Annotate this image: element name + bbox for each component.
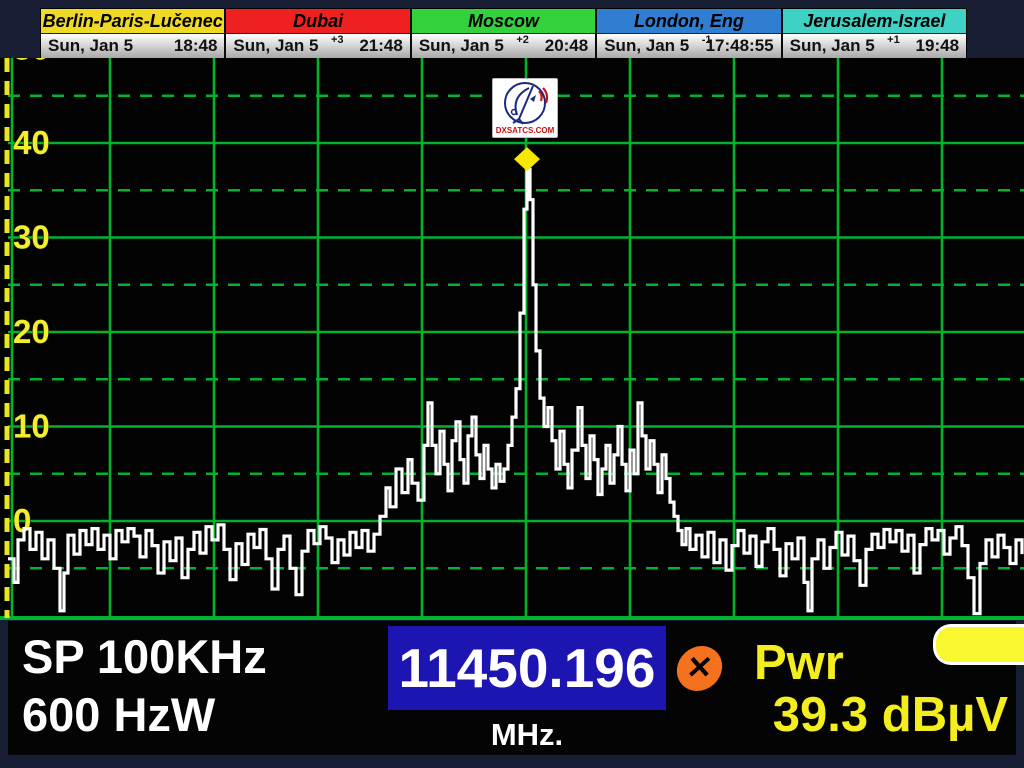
clock-city-name: Berlin-Paris-Lučenec (41, 9, 224, 34)
clock-date: Sun, Jan 5 (790, 36, 875, 56)
spectrum-plot: 50403020100 (0, 58, 1024, 620)
clock-time: 21:48 (359, 36, 402, 56)
dxsatcs-logo: DXSATCS.COM (492, 78, 558, 138)
y-axis-label: 40 (13, 124, 50, 161)
clock-time-row: Sun, Jan 5 +2 20:48 (412, 34, 595, 58)
clock-date: Sun, Jan 5 (419, 36, 504, 56)
receiver-screen: Berlin-Paris-LučenecSun, Jan 518:48Dubai… (0, 0, 1024, 768)
frequency-readout: 11450.196 (388, 626, 666, 710)
clock-cell-2: MoscowSun, Jan 5 +2 20:48 (412, 9, 597, 59)
clock-time-row: Sun, Jan 5-117:48:55 (597, 34, 780, 58)
clock-time-row: Sun, Jan 5 18:48 (41, 34, 224, 58)
frequency-value: 11450.196 (399, 637, 656, 699)
clock-date: Sun, Jan 5 (233, 36, 318, 56)
y-axis-label: 20 (13, 313, 50, 350)
clock-city-name: Dubai (226, 9, 409, 34)
clock-cell-0: Berlin-Paris-LučenecSun, Jan 5 18:48 (41, 9, 226, 59)
clock-date: Sun, Jan 5 (604, 36, 689, 56)
power-label: Pwr (754, 635, 844, 691)
clock-time-row: Sun, Jan 5 +3 21:48 (226, 34, 409, 58)
clock-time: 19:48 (916, 36, 959, 56)
bottom-readout-bar: SP 100KHz 600 HzW 11450.196 MHz. ✕ Pwr 3… (8, 621, 1016, 755)
y-axis-label: 30 (13, 219, 50, 256)
clock-time: 20:48 (545, 36, 588, 56)
clock-offset: +2 (516, 34, 529, 46)
clock-city-name: Moscow (412, 9, 595, 34)
span-label: SP 100KHz (22, 629, 267, 684)
highlight-pill (933, 624, 1024, 665)
clock-date: Sun, Jan 5 (48, 36, 133, 56)
clock-city-name: London, Eng (597, 9, 780, 34)
clock-city-name: Jerusalem-Israel (783, 9, 966, 34)
clock-cell-1: DubaiSun, Jan 5 +3 21:48 (226, 9, 411, 59)
clock-time-row: Sun, Jan 5 +1 19:48 (783, 34, 966, 58)
peak-marker-diamond-icon (514, 147, 540, 171)
x-status-icon: ✕ (675, 646, 725, 691)
clock-offset: +3 (331, 34, 344, 46)
clock-cell-4: Jerusalem-IsraelSun, Jan 5 +1 19:48 (783, 9, 966, 59)
y-axis-label: 10 (13, 408, 50, 445)
spectrum-trace (8, 170, 1022, 614)
logo-text: DXSATCS.COM (496, 126, 555, 135)
y-axis-label: 50 (13, 58, 50, 67)
satellite-dish-icon: DXSATCS.COM (493, 79, 557, 137)
rbw-label: 600 HzW (22, 687, 215, 742)
clock-time: 17:48:55 (706, 36, 774, 56)
clock-cell-3: London, EngSun, Jan 5-117:48:55 (597, 9, 782, 59)
world-clock-bar: Berlin-Paris-LučenecSun, Jan 518:48Dubai… (40, 8, 967, 60)
frequency-unit-label: MHz. (388, 717, 666, 753)
clock-offset: +1 (887, 34, 900, 46)
power-value: 39.3 dBµV (773, 687, 1008, 743)
clock-time: 18:48 (174, 36, 217, 56)
